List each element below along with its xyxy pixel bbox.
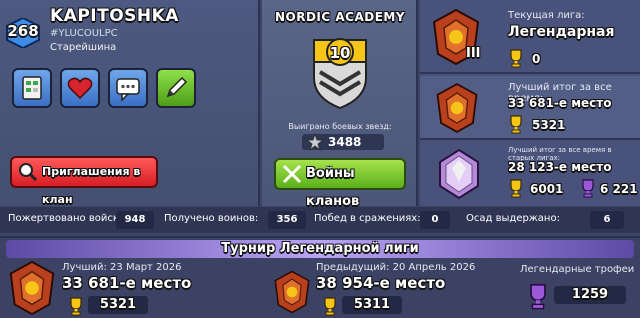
clan-wars-label: Войны кланов [306, 166, 360, 209]
clan-level: 10 [329, 44, 351, 62]
trophy-icon [324, 297, 336, 316]
received-label: Получено воинов: [164, 213, 259, 224]
tournament-best-section: Лучший: 23 Март 2026 33 681-е место 5321 [4, 260, 264, 318]
player-role: Старейшина [50, 42, 117, 53]
chat-button[interactable] [108, 68, 148, 108]
friend-request-button[interactable] [60, 68, 100, 108]
clan-panel: NORDIC ACADEMY 10 Выиграно боевых звезд:… [262, 0, 418, 209]
war-log-button[interactable] [12, 68, 52, 108]
legend-league-icon [274, 270, 310, 314]
chat-icon [116, 78, 140, 102]
player-name: KAPITOSHKA [50, 6, 179, 26]
defense-wins-value: 6 [590, 211, 624, 229]
clan-invites-label: Приглашения в клан [42, 165, 141, 206]
builder-trophy-icon [582, 179, 594, 198]
trophy-icon [510, 115, 522, 134]
tournament-previous-place: 38 954-е место [316, 274, 446, 292]
old-leagues-row: Лучший итог за все время в старых лигах:… [420, 142, 640, 206]
received-value: 356 [268, 211, 306, 229]
tournament-previous-section: Предыдущий: 20 Апрель 2026 38 954-е мест… [270, 260, 510, 318]
attack-wins-label: Побед в сражениях: [314, 213, 421, 224]
legend-trophy-icon [530, 283, 546, 310]
best-all-time-place: 33 681-е место [508, 96, 612, 110]
donated-value: 948 [116, 211, 154, 229]
trophy-icon [510, 49, 522, 68]
player-profile-panel: 268 KAPITOSHKA #YLUCOULPC Старейшина При… [0, 0, 260, 206]
tournament-previous-label: Предыдущий: 20 Апрель 2026 [316, 262, 476, 273]
league-panel: III Текущая лига: Легендарная 0 Лучший и… [420, 0, 640, 206]
tournament-best-label: Лучший: 23 Март 2026 [62, 262, 182, 273]
stats-bar: Пожертвовано войск: 948 Получено воинов:… [0, 207, 640, 233]
trophy-icon [510, 179, 522, 198]
legend-trophies-label: Легендарные трофеи [520, 264, 635, 275]
clan-stars-value: 3488 [328, 135, 362, 149]
clan-stars-label: Выиграно боевых звезд: [288, 122, 392, 131]
edit-icon [166, 76, 188, 98]
clan-name: NORDIC ACADEMY [274, 10, 406, 24]
war-log-icon [22, 76, 42, 100]
star-icon [306, 133, 324, 151]
tournament-best-place: 33 681-е место [62, 274, 192, 292]
edit-button[interactable] [156, 68, 196, 108]
donated-label: Пожертвовано войск: [8, 213, 123, 224]
current-league-row: III Текущая лига: Легендарная 0 [420, 0, 640, 74]
heart-icon [67, 77, 93, 100]
defense-wins-label: Осад выдержано: [466, 213, 560, 224]
crystal-league-icon [439, 148, 479, 200]
player-level: 268 [7, 22, 39, 40]
player-level-badge: 268 [6, 18, 40, 48]
trophy-icon [70, 297, 82, 316]
old-leagues-place: 28 123-е место [508, 160, 612, 174]
best-all-time-trophies: 5321 [532, 118, 566, 132]
clan-wars-button[interactable]: Войны кланов [274, 158, 406, 209]
tournament-best-trophies: 5321 [88, 296, 148, 314]
league-tier-numeral: III [466, 46, 481, 61]
legend-league-icon [436, 83, 478, 133]
search-icon [19, 163, 38, 182]
old-leagues-trophies: 6001 [530, 182, 564, 196]
old-leagues-builder-trophies: 6 221 [600, 182, 638, 196]
clan-stars-value-box: 3488 [302, 133, 384, 151]
tournament-title: Турнир Легендарной лиги [6, 240, 634, 258]
crossed-swords-icon [282, 164, 302, 184]
player-tag: #YLUCOULPC [50, 28, 118, 39]
tournament-previous-trophies: 5311 [342, 296, 402, 314]
clan-invites-button[interactable]: Приглашения в клан [10, 156, 158, 206]
legend-tournament-panel: Турнир Легендарной лиги Лучший: 23 Март … [0, 236, 640, 318]
best-league-row: Лучший итог за все время: 33 681-е место… [420, 76, 640, 140]
legend-trophies-section: Легендарные трофеи 1259 [514, 260, 636, 318]
current-league-label: Текущая лига: [508, 10, 585, 21]
current-league-trophies: 0 [532, 52, 541, 66]
legend-league-icon [9, 260, 55, 316]
attack-wins-value: 0 [420, 211, 450, 229]
legend-trophies-value: 1259 [554, 286, 626, 304]
current-league-name: Легендарная [508, 24, 615, 40]
